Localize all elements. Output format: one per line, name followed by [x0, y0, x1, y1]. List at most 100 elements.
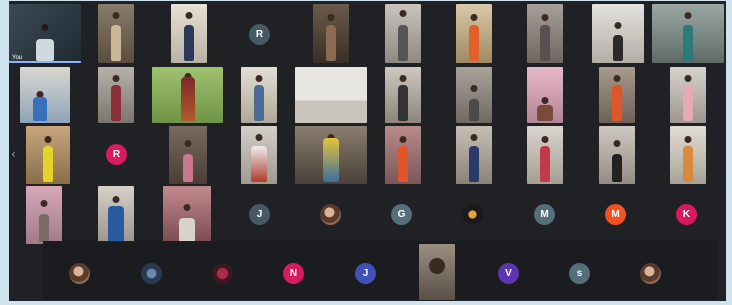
participant-avatar-g[interactable]: G [391, 204, 412, 225]
participant-head [470, 134, 478, 141]
participant-head [399, 136, 407, 143]
participant-figure [108, 206, 124, 242]
participant-head [399, 10, 407, 17]
participant-figure [469, 25, 479, 61]
participant-avatar-photo[interactable] [69, 263, 90, 284]
video-call-grid: You R ‹ R J G M M K N J V s [9, 1, 726, 301]
participant-avatar-photo[interactable] [462, 204, 483, 225]
participant-figure [323, 138, 339, 182]
participant-head [399, 75, 407, 82]
participant-head [684, 136, 692, 143]
participant-video-tile[interactable] [98, 67, 134, 123]
participant-head [541, 97, 549, 104]
participant-head [112, 12, 120, 19]
participant-avatar-m[interactable]: M [534, 204, 555, 225]
participant-avatar-photo[interactable] [640, 263, 661, 284]
participant-head [40, 200, 48, 207]
participant-video-tile[interactable] [456, 67, 492, 123]
participant-video-tile[interactable] [527, 126, 563, 184]
participant-head [184, 140, 192, 147]
participant-figure [39, 214, 49, 242]
participant-figure [183, 154, 193, 182]
participant-video-tile[interactable] [26, 186, 62, 244]
participant-figure [683, 146, 693, 182]
participant-video-tile[interactable] [313, 4, 349, 63]
participant-avatar-r[interactable]: R [106, 144, 127, 165]
participant-video-tile[interactable] [385, 67, 421, 123]
participant-video-tile[interactable] [527, 4, 563, 63]
participant-head [41, 24, 49, 31]
participant-figure [398, 85, 408, 121]
participant-video-tile[interactable] [599, 67, 635, 123]
participant-figure [612, 85, 622, 121]
participant-video-tile[interactable] [152, 67, 223, 123]
participant-figure [111, 25, 121, 61]
participant-head [429, 258, 445, 274]
participant-video-tile[interactable] [670, 67, 706, 123]
participant-video-tile[interactable] [527, 67, 563, 123]
participant-video-tile[interactable] [419, 244, 455, 300]
previous-page-arrow[interactable]: ‹ [11, 147, 16, 161]
participant-video-tile[interactable] [652, 4, 724, 63]
participant-avatar-photo[interactable] [320, 204, 341, 225]
participant-figure [683, 85, 693, 121]
participant-head [327, 14, 335, 21]
participant-avatar-photo[interactable] [212, 263, 233, 284]
participant-head [470, 85, 478, 92]
participant-avatar-j[interactable]: J [355, 263, 376, 284]
participant-figure [469, 99, 479, 121]
participant-figure [251, 146, 267, 182]
participant-figure [111, 85, 121, 121]
participant-video-tile[interactable] [26, 126, 70, 184]
participant-video-tile[interactable] [171, 4, 207, 63]
participant-head [112, 75, 120, 82]
participant-video-tile[interactable] [98, 4, 134, 63]
participant-avatar-photo[interactable] [141, 263, 162, 284]
participant-avatar-k[interactable]: K [676, 204, 697, 225]
participant-figure [537, 105, 553, 121]
participant-head [44, 136, 52, 143]
participant-video-tile[interactable] [592, 4, 644, 63]
participant-figure [254, 85, 264, 121]
participant-head [614, 22, 622, 29]
participant-video-tile[interactable] [456, 126, 492, 184]
participant-head [541, 136, 549, 143]
participant-figure [613, 35, 623, 61]
participant-avatar-j[interactable]: J [249, 204, 270, 225]
participant-video-tile[interactable] [295, 126, 367, 184]
participant-video-tile[interactable] [456, 4, 492, 63]
participant-figure [398, 146, 408, 182]
participant-head [684, 12, 692, 19]
participant-video-tile[interactable] [599, 126, 635, 184]
participant-head [255, 134, 263, 141]
participant-figure [184, 25, 194, 61]
participant-head [684, 75, 692, 82]
participant-figure [180, 77, 195, 121]
participant-video-tile[interactable] [241, 67, 277, 123]
participant-figure [33, 97, 47, 121]
participant-avatar-r[interactable]: R [249, 24, 270, 45]
participant-head [541, 14, 549, 21]
participant-video-tile[interactable] [385, 4, 421, 63]
participant-head [185, 12, 193, 19]
participant-avatar-v[interactable]: V [498, 263, 519, 284]
participant-avatar-m[interactable]: M [605, 204, 626, 225]
participant-video-tile[interactable] [20, 67, 70, 123]
participant-video-tile[interactable] [169, 126, 207, 184]
participant-video-tile[interactable] [670, 126, 706, 184]
participant-figure [43, 146, 53, 182]
participant-video-tile[interactable] [385, 126, 421, 184]
participant-head [112, 196, 120, 203]
participant-figure [398, 25, 408, 61]
participant-video-tile[interactable] [295, 67, 367, 123]
participant-video-tile[interactable] [98, 186, 134, 244]
participant-video-tile[interactable] [241, 126, 277, 184]
participant-video-tile[interactable] [163, 186, 211, 244]
participant-avatar-s[interactable]: s [569, 263, 590, 284]
self-indicator [9, 61, 81, 63]
participant-figure [36, 39, 54, 61]
participant-figure [540, 25, 550, 61]
participant-figure [469, 146, 479, 182]
participant-avatar-n[interactable]: N [283, 263, 304, 284]
self-video-tile[interactable]: You [9, 4, 81, 63]
